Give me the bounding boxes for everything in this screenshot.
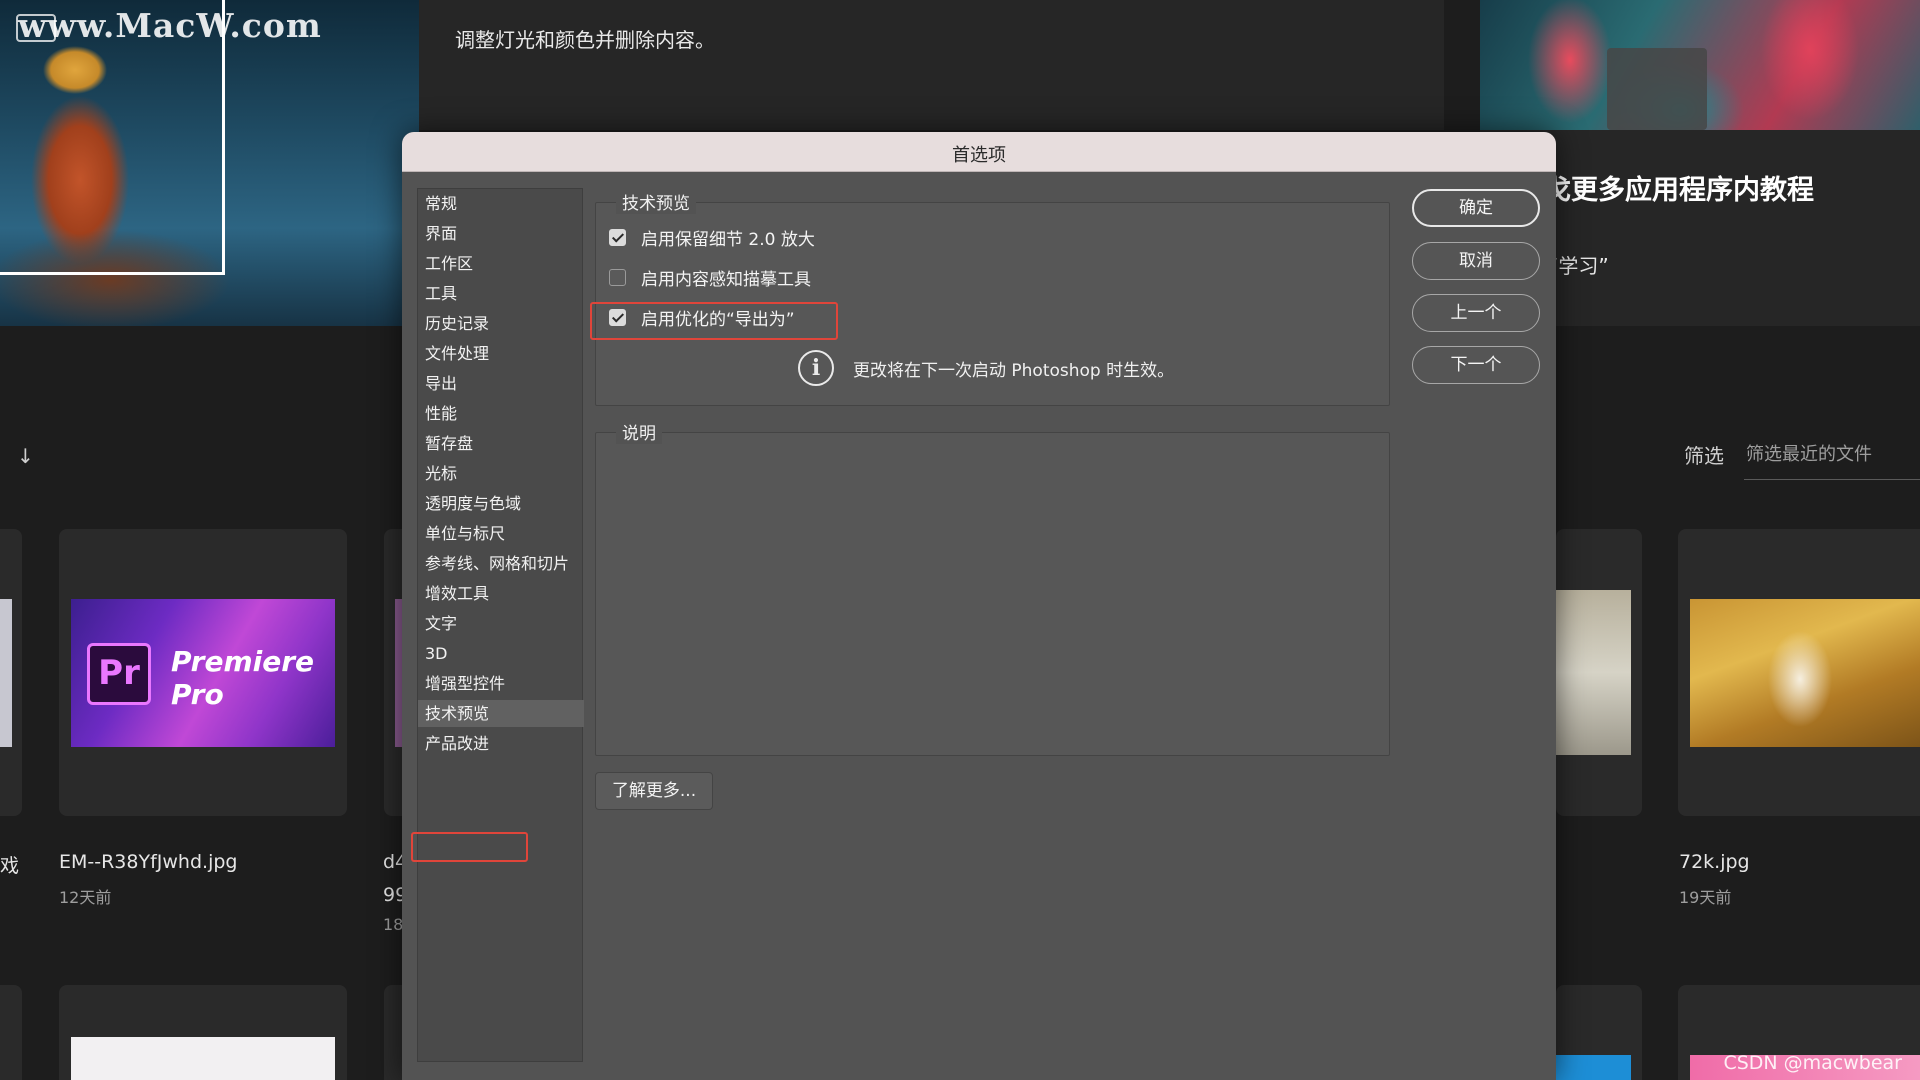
sidebar-item-workspace[interactable]: 工作区 [418,250,584,277]
file-thumbnail [1555,1055,1631,1080]
dialog-titlebar[interactable]: 首选项 [402,132,1556,172]
csdn-watermark: CSDN @macwbear [1723,1052,1902,1074]
description-group [595,432,1390,756]
sidebar-item-history[interactable]: 历史记录 [418,310,584,337]
cancel-button[interactable]: 取消 [1412,242,1540,280]
option-preserve-details[interactable]: 启用保留细节 2.0 放大 [609,224,815,250]
option-content-aware-tracing[interactable]: 启用内容感知描摹工具 [609,264,811,290]
file-name: EM--R38YfJwhd.jpg [59,851,238,873]
learn-more-button[interactable]: 了解更多... [595,772,713,810]
file-date: 19天前 [1679,888,1732,907]
technology-previews-title: 技术预览 [616,189,696,214]
restart-notice: 更改将在下一次启动 Photoshop 时生效。 [853,361,1175,381]
sidebar-item-interface[interactable]: 界面 [418,220,584,247]
file-card[interactable] [0,985,22,1080]
file-thumbnail [1690,599,1920,747]
filter-label: 筛选 [1684,444,1724,468]
premiere-text: Premiere Pro [171,645,315,711]
highlight-box [590,302,838,340]
file-thumbnail [0,599,12,747]
sidebar-item-scratch-disks[interactable]: 暂存盘 [418,430,584,457]
sidebar-item-file-handling[interactable]: 文件处理 [418,340,584,367]
file-thumbnail [71,1037,335,1080]
description-title: 说明 [616,419,662,444]
sidebar-item-product-improvement[interactable]: 产品改进 [418,730,584,757]
sidebar-item-3d[interactable]: 3D [418,640,584,667]
preferences-dialog: 首选项 常规 界面 工作区 工具 历史记录 文件处理 导出 性能 暂存盘 光标 … [402,132,1556,1080]
sidebar-item-performance[interactable]: 性能 [418,400,584,427]
sidebar-item-type[interactable]: 文字 [418,610,584,637]
sidebar-item-transparency[interactable]: 透明度与色域 [418,490,584,517]
previous-button[interactable]: 上一个 [1412,294,1540,332]
file-date: 12天前 [59,888,112,907]
sidebar-item-general[interactable]: 常规 [418,190,584,217]
sidebar-item-plugins[interactable]: 增效工具 [418,580,584,607]
filter-input[interactable]: 筛选最近的文件 [1744,440,1920,480]
premiere-logo-icon: Pr [87,643,151,705]
premiere-thumbnail: Pr Premiere Pro [71,599,335,747]
file-thumbnail [1555,590,1631,755]
highlight-box [411,832,528,862]
sidebar-item-cursors[interactable]: 光标 [418,460,584,487]
sidebar-item-guides-grid[interactable]: 参考线、网格和切片 [418,550,584,577]
sort-arrow-icon[interactable]: ↓ [17,444,34,468]
file-name: 72k.jpg [1679,851,1750,873]
info-icon: i [798,350,834,386]
file-date: 18 [383,915,404,934]
ok-button[interactable]: 确定 [1412,189,1540,227]
sidebar-item-units-rulers[interactable]: 单位与标尺 [418,520,584,547]
option-label: 启用内容感知描摹工具 [641,269,811,290]
tutorial-card[interactable] [419,0,1444,130]
checkbox-content-aware-tracing[interactable] [609,268,626,286]
tutorial-card-text: 调整灯光和颜色并删除内容。 [455,28,715,52]
preferences-sidebar: 常规 界面 工作区 工具 历史记录 文件处理 导出 性能 暂存盘 光标 透明度与… [417,188,584,1062]
dialog-title: 首选项 [952,145,1006,166]
learn-card-subtitle: “学习” [1548,254,1609,278]
learn-card-title: 戈更多应用程序内教程 [1544,175,1814,206]
sidebar-item-tools[interactable]: 工具 [418,280,584,307]
file-name: 戏 [0,855,20,877]
sidebar-item-enhanced-controls[interactable]: 增强型控件 [418,670,584,697]
next-button[interactable]: 下一个 [1412,346,1540,384]
layers-panel-preview [1607,48,1707,130]
option-label: 启用保留细节 2.0 放大 [641,229,815,250]
checkbox-preserve-details[interactable] [609,228,626,246]
sidebar-item-export[interactable]: 导出 [418,370,584,397]
watermark: www.MacW.com [18,6,322,45]
sidebar-item-technology-previews[interactable]: 技术预览 [418,700,584,727]
